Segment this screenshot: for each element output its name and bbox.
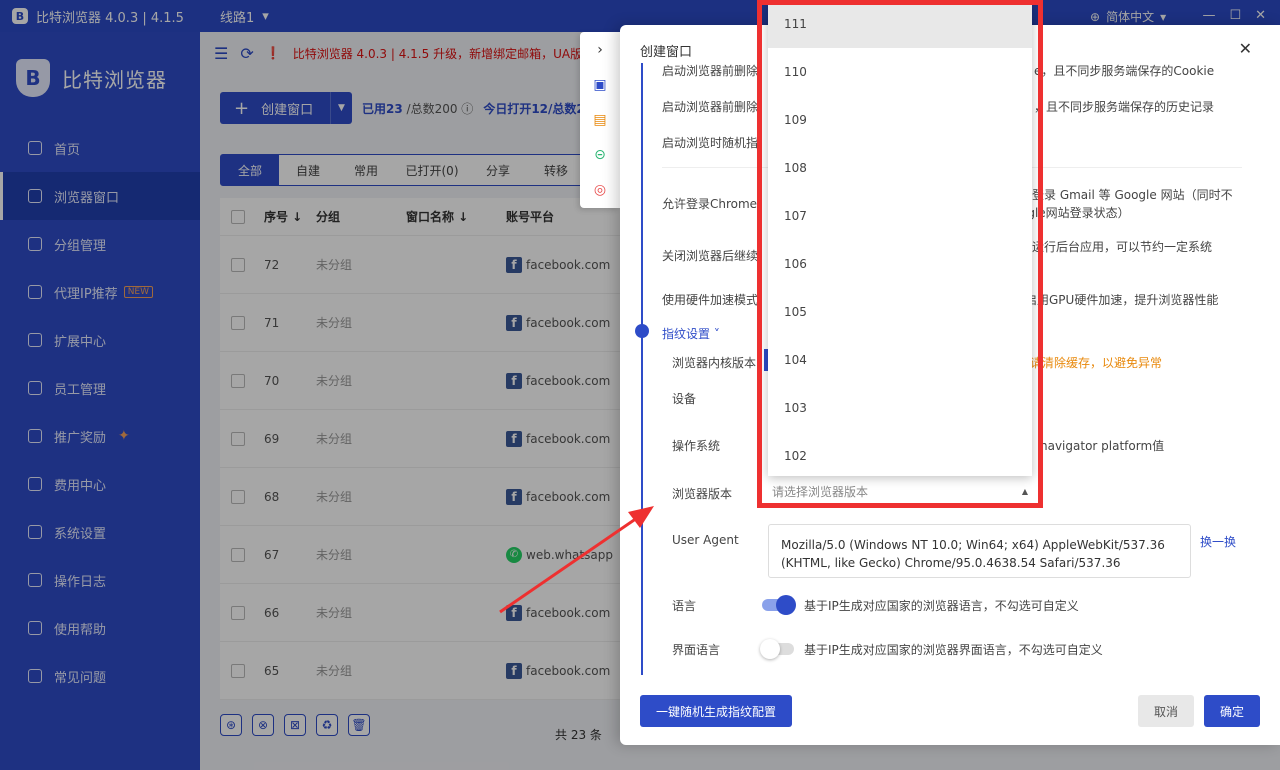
option-text: 启动浏览器前删除	[662, 64, 759, 78]
fingerprint-icon[interactable]: ◎	[594, 173, 606, 208]
timeline-line	[641, 63, 643, 675]
highlight-box	[757, 0, 1043, 508]
device-label: 设备	[672, 392, 697, 406]
random-fingerprint-button[interactable]: 一键随机生成指纹配置	[640, 695, 792, 727]
user-agent-field[interactable]: Mozilla/5.0 (Windows NT 10.0; Win64; x64…	[768, 524, 1191, 578]
option-hint: 可登录 Gmail 等 Google 网站（同时不	[1020, 188, 1233, 202]
kernel-version-label: 浏览器内核版本	[672, 356, 757, 370]
timeline-dot	[635, 324, 649, 338]
option-text: 关闭浏览器后继续	[662, 249, 759, 263]
drawer-title: 创建窗口	[640, 45, 693, 60]
ua-label: User Agent	[672, 533, 739, 547]
toggle-knob	[776, 595, 796, 615]
ui-language-toggle[interactable]	[760, 639, 794, 659]
browser-version-label: 浏览器版本	[672, 487, 733, 501]
option-text: 启动浏览器前删除	[662, 100, 759, 114]
option-hint: ，且不同步服务端保存的历史记录	[1034, 100, 1215, 114]
kernel-hint: 请清除缓存，以避免异常	[1030, 356, 1163, 370]
monitor-icon[interactable]: ▣	[593, 67, 606, 102]
ui-language-hint: 基于IP生成对应国家的浏览器界面语言，不勾选可自定义	[804, 643, 1103, 657]
confirm-button[interactable]: 确定	[1204, 695, 1260, 727]
ui-language-label: 界面语言	[672, 643, 721, 657]
chevron-right-icon[interactable]: ›	[597, 32, 603, 67]
fingerprint-section-toggle[interactable]: 指纹设置 ˅	[662, 325, 720, 342]
option-text: 使用硬件加速模式	[662, 293, 759, 307]
os-hint: navigator platform值	[1040, 439, 1165, 453]
quick-toolbar: › ▣ ▤ ⊝ ◎	[580, 32, 620, 208]
change-ua-link[interactable]: 换一换	[1200, 533, 1236, 550]
option-hint: e，且不同步服务端保存的Cookie	[1034, 64, 1215, 78]
option-text: 允许登录Chrome	[662, 197, 758, 211]
option-hint: 续运行后台应用，可以节约一定系统	[1020, 240, 1213, 254]
language-hint: 基于IP生成对应国家的浏览器语言，不勾选可自定义	[804, 599, 1079, 613]
cancel-button[interactable]: 取消	[1138, 695, 1194, 727]
language-label: 语言	[672, 599, 697, 613]
option-text: 启动浏览时随机指	[662, 136, 759, 150]
close-icon[interactable]: ✕	[1239, 39, 1252, 58]
option-hint: 启用GPU硬件加速，提升浏览器性能	[1025, 293, 1219, 307]
toggle-knob	[760, 639, 780, 659]
os-label: 操作系统	[672, 439, 721, 453]
language-toggle[interactable]	[762, 595, 796, 615]
ip-icon[interactable]: ▤	[593, 102, 606, 137]
toggle-icon[interactable]: ⊝	[594, 138, 606, 173]
